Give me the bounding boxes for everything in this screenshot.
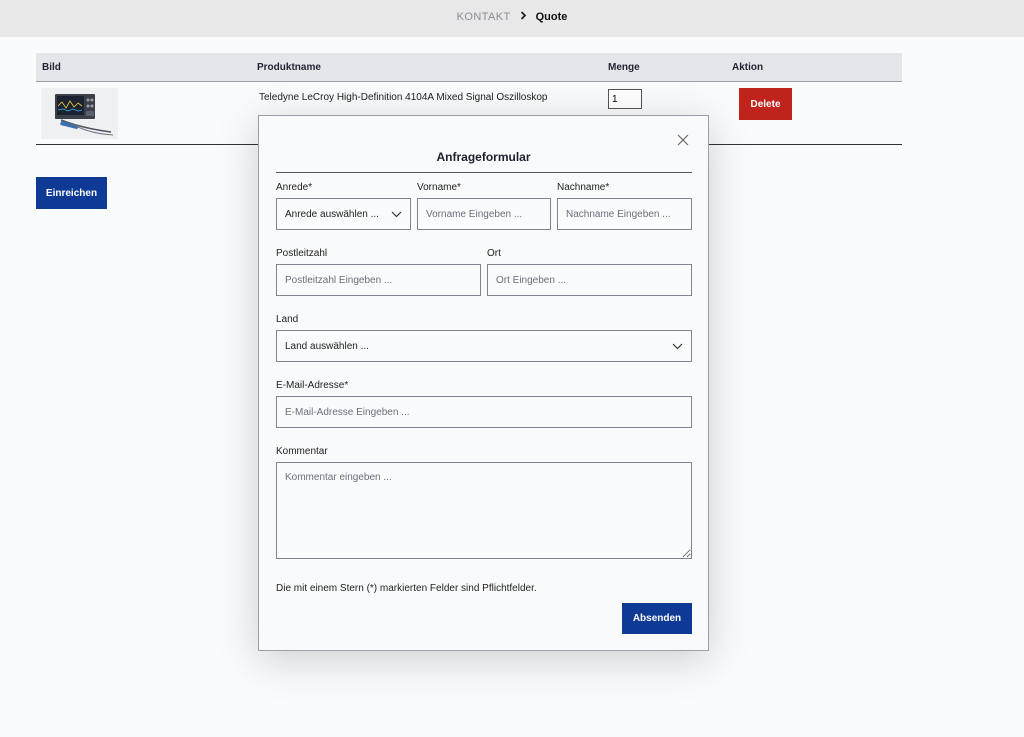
postal-code-input[interactable]: [276, 264, 481, 296]
first-name-label: Vorname*: [417, 182, 461, 193]
inquiry-modal: Anfrageformular Anrede* Anrede auswählen…: [258, 115, 709, 651]
breadcrumb: KONTAKT Quote: [0, 11, 1024, 23]
salutation-select-value: Anrede auswählen ...: [285, 208, 379, 220]
header-produktname: Produktname: [257, 62, 321, 73]
email-label: E-Mail-Adresse*: [276, 380, 349, 391]
close-icon[interactable]: [676, 133, 690, 147]
last-name-input[interactable]: [557, 198, 692, 230]
country-label: Land: [276, 314, 299, 325]
breadcrumb-current: Quote: [535, 11, 568, 23]
modal-title: Anfrageformular: [436, 150, 531, 164]
oscilloscope-product-image: [41, 88, 118, 139]
country-select-value: Land auswählen ...: [285, 340, 369, 352]
email-input[interactable]: [276, 396, 692, 428]
header-menge: Menge: [608, 62, 640, 73]
first-name-input[interactable]: [417, 198, 551, 230]
quantity-input[interactable]: [608, 89, 642, 109]
comment-textarea[interactable]: [276, 462, 692, 559]
chevron-down-icon: [672, 343, 683, 349]
product-name[interactable]: Teledyne LeCroy High-Definition 4104A Mi…: [259, 92, 548, 103]
delete-button[interactable]: Delete: [739, 88, 792, 120]
required-fields-note: Die mit einem Stern (*) markierten Felde…: [276, 583, 537, 594]
chevron-right-icon: [520, 11, 527, 23]
top-bar: KONTAKT Quote: [0, 0, 1024, 37]
comment-label: Kommentar: [276, 446, 328, 457]
absenden-button[interactable]: Absenden: [622, 603, 692, 634]
chevron-down-icon: [391, 211, 402, 217]
salutation-label: Anrede*: [276, 182, 313, 193]
city-input[interactable]: [487, 264, 692, 296]
last-name-label: Nachname*: [557, 182, 610, 193]
city-label: Ort: [487, 248, 501, 259]
postal-code-label: Postleitzahl: [276, 248, 328, 259]
header-aktion: Aktion: [732, 62, 764, 73]
einreichen-button[interactable]: Einreichen: [36, 177, 107, 209]
title-divider: [276, 172, 692, 173]
salutation-select[interactable]: Anrede auswählen ...: [276, 198, 411, 230]
header-bild: Bild: [42, 62, 61, 73]
table-header: Bild Produktname Menge Aktion: [36, 53, 902, 82]
breadcrumb-kontakt-link[interactable]: KONTAKT: [457, 11, 511, 23]
country-select[interactable]: Land auswählen ...: [276, 330, 692, 362]
